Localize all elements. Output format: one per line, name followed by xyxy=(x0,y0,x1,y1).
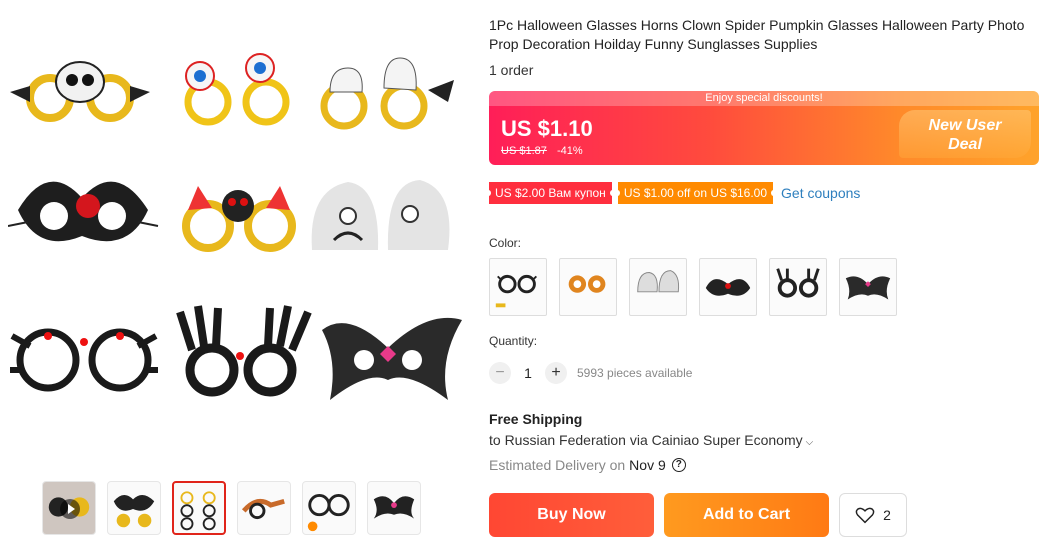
shipping-destination[interactable]: to Russian Federation via Cainiao Super … xyxy=(489,432,813,448)
coupon-badge-2[interactable]: US $1.00 off on US $16.00 xyxy=(614,182,777,204)
price-banner: Enjoy special discounts! US $1.10 US $1.… xyxy=(489,91,1039,165)
color-option-pumpkin[interactable] xyxy=(559,258,617,316)
quantity-increase-button[interactable]: + xyxy=(545,362,567,384)
new-user-deal-badge[interactable]: New User Deal xyxy=(899,110,1031,158)
product-gallery xyxy=(0,0,470,552)
glasses-ghost-white xyxy=(311,180,450,250)
help-icon[interactable]: ? xyxy=(671,458,686,472)
purchase-actions: Buy Now Add to Cart 2 xyxy=(489,493,907,537)
thumbnail-video[interactable] xyxy=(42,481,96,535)
order-count: 1 order xyxy=(489,62,534,78)
shipping-title: Free Shipping xyxy=(489,411,583,427)
shipping-destination-text: to Russian Federation via Cainiao Super … xyxy=(489,432,803,448)
add-to-cart-button[interactable]: Add to Cart xyxy=(664,493,829,537)
new-user-label: New User xyxy=(928,117,1002,134)
quantity-label: Quantity: xyxy=(489,334,538,348)
glasses-eyeballs-gold xyxy=(184,53,290,126)
color-label: Color: xyxy=(489,236,522,250)
product-title: 1Pc Halloween Glasses Horns Clown Spider… xyxy=(489,17,1025,52)
quantity-stepper: − 1 + 5993 pieces available xyxy=(489,362,692,384)
estimated-delivery: Estimated Delivery on Nov 9 ? xyxy=(489,457,686,473)
wishlist-button[interactable]: 2 xyxy=(839,493,907,537)
wishlist-count: 2 xyxy=(883,507,891,523)
glasses-cat-black xyxy=(8,181,159,242)
current-price: US $1.10 xyxy=(501,116,593,141)
color-option-spider[interactable] xyxy=(489,258,547,316)
thumbnail-6[interactable] xyxy=(367,481,421,535)
main-product-image[interactable] xyxy=(8,40,468,420)
estimated-delivery-date: Nov 9 xyxy=(629,457,666,473)
glasses-hands-black xyxy=(176,305,312,397)
color-option-cat[interactable] xyxy=(699,258,757,316)
quantity-value[interactable]: 1 xyxy=(511,365,545,381)
glasses-skull-gold xyxy=(10,61,150,122)
thumbnail-5[interactable] xyxy=(302,481,356,535)
original-price: US $1.87 xyxy=(501,145,547,157)
deal-label: Deal xyxy=(948,136,982,153)
color-option-hands[interactable] xyxy=(769,258,827,316)
product-info: 1Pc Halloween Glasses Horns Clown Spider… xyxy=(486,0,1045,552)
glasses-ghost-gold xyxy=(320,57,454,130)
quantity-decrease-button[interactable]: − xyxy=(489,362,511,384)
play-icon[interactable] xyxy=(60,499,80,519)
estimated-delivery-label: Estimated Delivery on xyxy=(489,457,626,473)
coupon-row: US $2.00 Вам купон US $1.00 off on US $1… xyxy=(486,182,860,204)
discount-strip: Enjoy special discounts! xyxy=(489,91,1039,106)
chevron-down-icon[interactable]: ⌵ xyxy=(806,437,814,448)
get-coupons-link[interactable]: Get coupons xyxy=(781,185,860,201)
thumbnail-2[interactable] xyxy=(107,481,161,535)
glasses-owl-gold xyxy=(182,186,296,252)
glasses-spider-black xyxy=(10,328,158,392)
heart-icon xyxy=(855,507,875,524)
pieces-available: 5993 pieces available xyxy=(577,366,693,380)
glasses-bat-black xyxy=(322,317,462,400)
color-swatches xyxy=(489,258,897,316)
discount-percent: -41% xyxy=(557,145,583,157)
coupon-badge-1[interactable]: US $2.00 Вам купон xyxy=(486,182,615,204)
buy-now-button[interactable]: Buy Now xyxy=(489,493,654,537)
color-option-ghost[interactable] xyxy=(629,258,687,316)
thumbnail-3[interactable] xyxy=(172,481,226,535)
thumbnail-4[interactable] xyxy=(237,481,291,535)
thumbnail-strip xyxy=(42,481,421,535)
color-option-bat[interactable] xyxy=(839,258,897,316)
